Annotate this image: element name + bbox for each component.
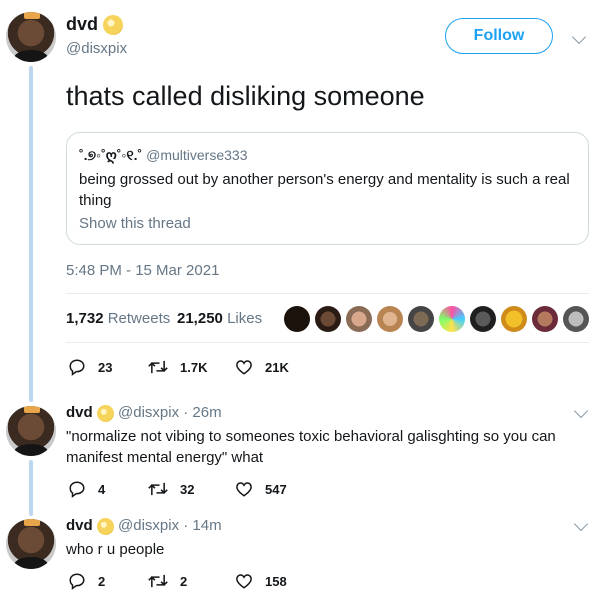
- quoted-display-name: ˚.୭◦˚ღ˚◦୧.˚: [79, 147, 143, 163]
- like-count: 21K: [265, 359, 289, 375]
- follow-button[interactable]: Follow: [445, 18, 553, 54]
- handle[interactable]: @disxpix: [118, 517, 179, 534]
- handle[interactable]: @disxpix: [66, 40, 127, 57]
- liker-avatar[interactable]: [470, 306, 496, 332]
- timestamp[interactable]: 5:48 PM - 15 Mar 2021: [66, 262, 219, 279]
- retweet-count: 1.7K: [180, 359, 208, 375]
- chevron-down-icon[interactable]: [571, 29, 587, 45]
- retweets-stat[interactable]: 1,732 Retweets: [66, 310, 170, 327]
- likes-count: 21,250: [177, 310, 223, 327]
- liker-avatar[interactable]: [315, 306, 341, 332]
- liker-avatars[interactable]: [284, 306, 594, 332]
- thread-line: [29, 460, 33, 516]
- reply-icon: [69, 573, 85, 590]
- reply-icon: [69, 481, 85, 498]
- display-name[interactable]: dvd: [66, 404, 93, 421]
- display-name[interactable]: dvd: [66, 14, 124, 36]
- chevron-down-icon[interactable]: [573, 516, 589, 532]
- like-count: 547: [265, 481, 287, 497]
- liker-avatar[interactable]: [284, 306, 310, 332]
- reply-button[interactable]: 4: [68, 480, 105, 498]
- like-count: 158: [265, 573, 287, 589]
- verified-badge-icon: [96, 517, 114, 535]
- reply-time[interactable]: · 14m: [183, 517, 221, 534]
- divider: [66, 342, 589, 343]
- retweet-button[interactable]: 1.7K: [148, 358, 207, 376]
- reply-header: dvd @disxpix · 26m: [66, 404, 222, 422]
- liker-avatar[interactable]: [501, 306, 527, 332]
- quoted-tweet[interactable]: ˚.୭◦˚ღ˚◦୧.˚ @multiverse333 being grossed…: [66, 132, 589, 245]
- quoted-text: being grossed out by another person's en…: [79, 171, 570, 209]
- likes-label: Likes: [227, 310, 263, 327]
- verified-badge-icon: [96, 404, 114, 422]
- like-icon: [236, 360, 252, 375]
- avatar[interactable]: [6, 12, 56, 62]
- retweets-count: 1,732: [66, 310, 104, 327]
- liker-avatar[interactable]: [563, 306, 589, 332]
- show-thread-link[interactable]: Show this thread: [79, 215, 191, 232]
- reply-button[interactable]: 2: [68, 572, 105, 590]
- liker-avatar[interactable]: [439, 306, 465, 332]
- reply-text: "normalize not vibing to someones toxic …: [66, 428, 556, 466]
- reply-button[interactable]: 23: [68, 358, 112, 376]
- display-name[interactable]: dvd: [66, 517, 93, 534]
- retweet-count: 2: [180, 573, 188, 589]
- reply-count: 4: [98, 481, 106, 497]
- like-button[interactable]: 158: [235, 572, 287, 590]
- like-icon: [236, 574, 252, 589]
- chevron-down-icon[interactable]: [573, 403, 589, 419]
- handle[interactable]: @disxpix: [118, 404, 179, 421]
- reply-icon: [69, 359, 85, 376]
- divider: [66, 293, 589, 294]
- liker-avatar[interactable]: [408, 306, 434, 332]
- reply-header: dvd @disxpix · 14m: [66, 517, 222, 535]
- retweet-icon: [148, 360, 168, 374]
- retweets-label: Retweets: [107, 310, 171, 327]
- like-icon: [236, 482, 252, 497]
- reply-count: 23: [98, 359, 113, 375]
- reply-text: who r u people: [66, 541, 165, 558]
- quoted-handle: @multiverse333: [146, 147, 248, 163]
- like-button[interactable]: 21K: [235, 358, 289, 376]
- avatar[interactable]: [6, 519, 56, 569]
- retweet-count: 32: [180, 481, 195, 497]
- retweet-button[interactable]: 32: [148, 480, 194, 498]
- retweet-icon: [148, 574, 168, 588]
- liker-avatar[interactable]: [346, 306, 372, 332]
- thread-line: [29, 66, 33, 402]
- likes-stat[interactable]: 21,250 Likes: [177, 310, 262, 327]
- like-button[interactable]: 547: [235, 480, 287, 498]
- retweet-icon: [148, 482, 168, 496]
- liker-avatar[interactable]: [532, 306, 558, 332]
- reply-time[interactable]: · 26m: [183, 404, 221, 421]
- reply-count: 2: [98, 573, 106, 589]
- verified-badge-icon: [103, 15, 124, 36]
- retweet-button[interactable]: 2: [148, 572, 187, 590]
- display-name-text: dvd: [66, 14, 99, 34]
- tweet-text: thats called disliking someone: [66, 81, 425, 111]
- liker-avatar[interactable]: [377, 306, 403, 332]
- avatar[interactable]: [6, 406, 56, 456]
